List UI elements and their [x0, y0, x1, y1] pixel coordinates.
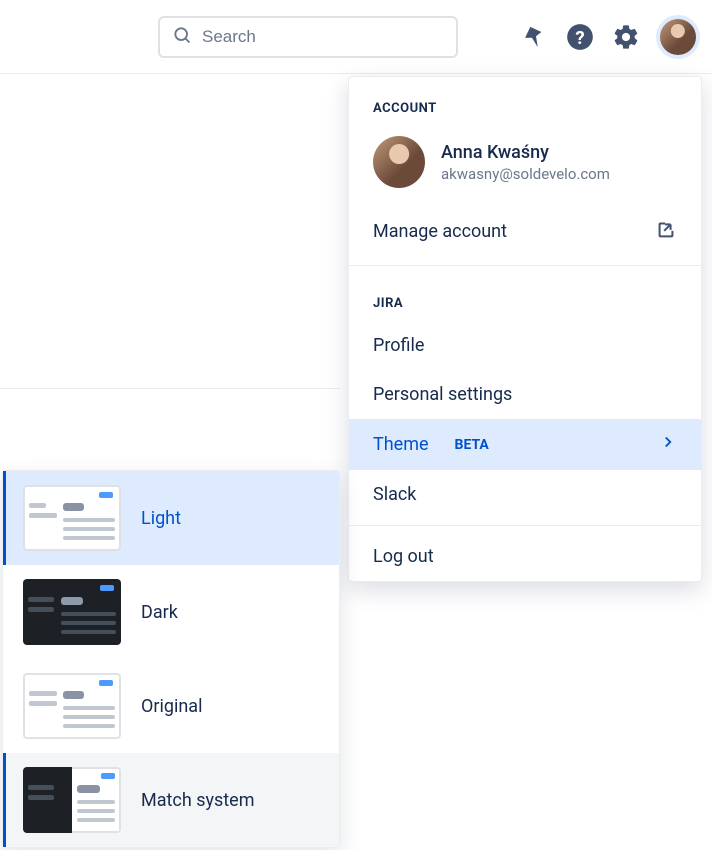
search-box[interactable] [158, 16, 458, 58]
manage-account-label: Manage account [373, 221, 507, 242]
user-email: akwasny@soldevelo.com [441, 165, 610, 183]
top-bar: ? [0, 0, 712, 74]
beta-badge: BETA [455, 437, 489, 453]
account-dropdown: ACCOUNT Anna Kwaśny akwasny@soldevelo.co… [348, 76, 702, 582]
help-icon[interactable]: ? [560, 17, 600, 57]
user-name: Anna Kwaśny [441, 142, 610, 163]
theme-thumbnail-dark [23, 579, 121, 645]
theme-option-light[interactable]: Light [3, 471, 339, 565]
theme-submenu: Light Dark Original Match system [2, 470, 340, 848]
chevron-right-icon [659, 433, 677, 456]
account-profile-block: Anna Kwaśny akwasny@soldevelo.com [349, 126, 701, 204]
notifications-icon[interactable] [514, 17, 554, 57]
profile-item[interactable]: Profile [349, 321, 701, 370]
divider [349, 265, 701, 266]
search-input[interactable] [202, 27, 444, 47]
search-icon [172, 25, 192, 49]
theme-thumbnail-light [23, 485, 121, 551]
theme-light-label: Light [141, 508, 181, 529]
avatar [660, 19, 696, 55]
avatar [373, 136, 425, 188]
personal-settings-label: Personal settings [373, 384, 512, 405]
settings-icon[interactable] [606, 17, 646, 57]
account-avatar-button[interactable] [656, 15, 700, 59]
theme-original-label: Original [141, 696, 202, 717]
section-label-account: ACCOUNT [349, 77, 701, 126]
theme-thumbnail-original [23, 673, 121, 739]
slack-item[interactable]: Slack [349, 470, 701, 519]
personal-settings-item[interactable]: Personal settings [349, 370, 701, 419]
svg-text:?: ? [575, 27, 584, 49]
divider [349, 525, 701, 526]
theme-match-system-label: Match system [141, 790, 255, 811]
slack-label: Slack [373, 484, 416, 505]
manage-account-item[interactable]: Manage account [349, 204, 701, 259]
external-link-icon [655, 218, 677, 245]
theme-dark-label: Dark [141, 602, 178, 623]
theme-item[interactable]: Theme BETA [349, 419, 701, 470]
logout-item[interactable]: Log out [349, 532, 701, 581]
theme-option-dark[interactable]: Dark [3, 565, 339, 659]
logout-label: Log out [373, 546, 434, 567]
theme-option-match-system[interactable]: Match system [3, 753, 339, 847]
section-label-jira: JIRA [349, 272, 701, 321]
theme-thumbnail-match-system [23, 767, 121, 833]
theme-option-original[interactable]: Original [3, 659, 339, 753]
profile-label: Profile [373, 335, 424, 356]
divider-line [0, 388, 340, 389]
theme-label: Theme [373, 434, 429, 455]
